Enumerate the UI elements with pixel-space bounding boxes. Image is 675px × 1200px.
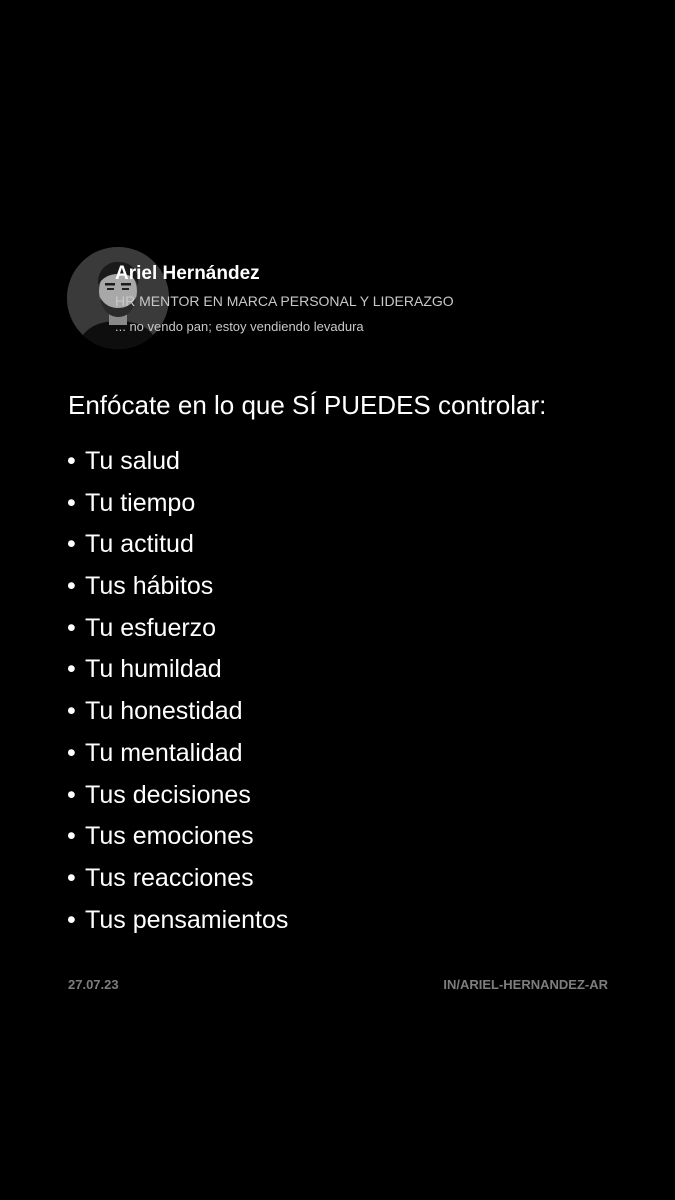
list-item-label: Tus reacciones bbox=[85, 863, 254, 892]
list-item-label: Tu salud bbox=[85, 447, 180, 475]
author-name: Ariel Hernández bbox=[115, 263, 260, 284]
list-item: • Tus reacciones bbox=[67, 858, 288, 900]
post-date: 27.07.23 bbox=[68, 977, 119, 992]
list-item-label: Tu humildad bbox=[85, 655, 222, 684]
list-item: • Tus decisiones bbox=[67, 775, 288, 817]
author-tagline: ... no vendo pan; estoy vendiendo levadu… bbox=[115, 319, 364, 334]
list-item: • Tu tiempo bbox=[67, 483, 288, 525]
bullet-icon: • bbox=[67, 822, 76, 851]
bullet-icon: • bbox=[67, 655, 76, 684]
list-item-label: Tu honestidad bbox=[85, 697, 243, 726]
controllables-list: • Tu salud • Tu tiempo • Tu actitud • Tus há… bbox=[67, 441, 288, 941]
list-item: • Tu humildad bbox=[67, 649, 288, 691]
list-item: • Tu mentalidad bbox=[67, 733, 288, 775]
bullet-icon: • bbox=[67, 488, 76, 517]
list-item: • Tus emociones bbox=[67, 816, 288, 858]
bullet-icon: • bbox=[67, 780, 76, 809]
list-item-label: Tus emociones bbox=[85, 822, 254, 851]
list-item-label: Tus pensamientos bbox=[85, 905, 289, 934]
list-item: • Tus pensamientos bbox=[67, 900, 288, 942]
list-item: • Tus hábitos bbox=[67, 566, 288, 608]
list-item: • Tu esfuerzo bbox=[67, 608, 288, 650]
bullet-icon: • bbox=[67, 697, 76, 726]
bullet-icon: • bbox=[67, 905, 76, 934]
list-item: • Tu actitud bbox=[67, 524, 288, 566]
list-item-label: Tus hábitos bbox=[85, 572, 214, 601]
bullet-icon: • bbox=[67, 738, 76, 767]
bullet-icon: • bbox=[67, 863, 76, 892]
list-item-label: Tus decisiones bbox=[85, 780, 251, 809]
author-headline: HR MENTOR EN MARCA PERSONAL Y LIDERAZGO bbox=[115, 293, 454, 309]
list-item-label: Tu tiempo bbox=[85, 488, 196, 517]
bullet-icon: • bbox=[67, 572, 76, 601]
list-item-label: Tu esfuerzo bbox=[85, 613, 217, 642]
bullet-icon: • bbox=[67, 447, 76, 475]
list-item-label: Tu actitud bbox=[85, 530, 194, 559]
profile-handle: IN/ARIEL-HERNANDEZ-AR bbox=[443, 977, 608, 992]
list-item: • Tu honestidad bbox=[67, 691, 288, 733]
list-item-label: Tu mentalidad bbox=[85, 738, 243, 767]
bullet-icon: • bbox=[67, 530, 76, 559]
list-item: • Tu salud bbox=[67, 441, 288, 483]
bullet-icon: • bbox=[67, 613, 76, 642]
post-heading: Enfócate en lo que SÍ PUEDES controlar: bbox=[68, 390, 547, 420]
